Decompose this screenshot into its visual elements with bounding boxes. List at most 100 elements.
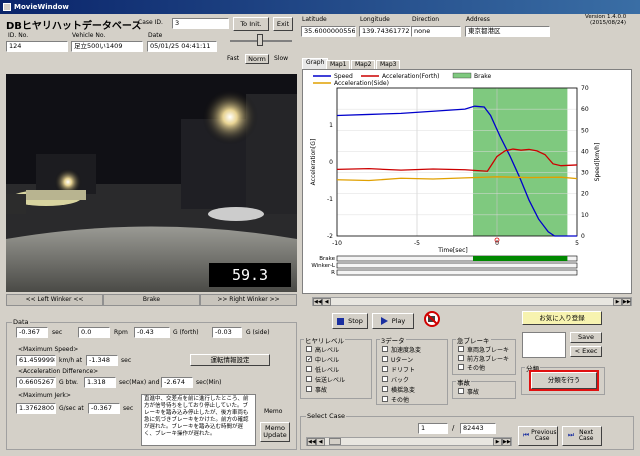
three-data-checkbox-2[interactable]: ドリフト [382, 365, 415, 374]
scroll-right-step-icon[interactable]: ▶ [613, 298, 622, 306]
g-side-field[interactable]: -0.03 [212, 327, 242, 338]
classify-button[interactable]: 分類を行う [529, 370, 599, 391]
window-titlebar: MovieWindow [0, 0, 640, 14]
three-data-checkbox-3[interactable]: バック [382, 375, 409, 384]
max-speed-unit: km/h at [59, 357, 83, 364]
dashcam-scene [6, 74, 297, 292]
checkbox-box[interactable] [306, 346, 312, 352]
y-right-tick-label: 10 [581, 212, 589, 219]
memo-textarea[interactable]: 直進中、交差点を前に進行したところ、前方が信号待ちをしており停止していた。ブレー… [141, 394, 256, 446]
scroll-right-icon[interactable]: ▶▶ [622, 298, 631, 306]
case-scroll-right-step-icon[interactable]: ▶ [493, 438, 502, 446]
checkbox-box[interactable]: ✓ [306, 356, 312, 363]
checkbox-box[interactable] [306, 366, 312, 372]
checkbox-box[interactable] [458, 355, 464, 361]
address-field[interactable]: 東京都港区 [465, 26, 550, 37]
checkbox-box[interactable] [458, 388, 464, 394]
checkbox-box[interactable] [382, 386, 388, 392]
accel-diff-field[interactable]: 0.6605267 [16, 377, 56, 388]
tab-map1[interactable]: Map1 [326, 60, 351, 69]
longitude-field[interactable]: 139.743617728 [359, 26, 411, 37]
app-title: DBヒヤリハットデータベース [6, 21, 142, 32]
date-field[interactable]: 05/01/25 04:41:11 [147, 41, 217, 52]
max-jerk-field[interactable]: 1.3762800 [16, 403, 56, 414]
case-number-field[interactable]: 1 [418, 423, 448, 434]
driving-info-settings-button[interactable]: 運転情報設定 [190, 354, 270, 366]
brake-checkbox-label: 前方急ブレーキ [467, 355, 510, 363]
jiko-checkbox-0[interactable]: 事故 [458, 387, 479, 396]
case-scroll-right-icon[interactable]: ▶▶ [502, 438, 511, 446]
speed-fast-label: Fast [227, 55, 240, 62]
time-field[interactable]: -0.367 [16, 327, 48, 338]
hiyari-checkbox-3[interactable]: 伝送レベル [306, 375, 345, 384]
hiyari-checkbox-2[interactable]: 低レベル [306, 365, 340, 374]
previous-case-button[interactable]: ⏮ Previous Case [518, 426, 558, 446]
hiyari-checkbox-4[interactable]: 事故 [306, 385, 327, 394]
scroll-left-step-icon[interactable]: ◀ [322, 298, 331, 306]
max-speed-field[interactable]: 61.4599998 [16, 355, 56, 366]
three-data-checkbox-1[interactable]: Uターン [382, 355, 413, 364]
stop-button[interactable]: Stop [332, 313, 368, 329]
checkbox-box[interactable] [382, 346, 388, 352]
latitude-field[interactable]: 35.6000000556 [301, 26, 356, 37]
save-button[interactable]: Save [570, 332, 602, 343]
hiyari-checkbox-0[interactable]: 高レベル [306, 345, 339, 354]
checkbox-box[interactable] [382, 356, 388, 362]
favorite-register-button[interactable]: お気に入り登録 [522, 311, 602, 325]
favorite-input[interactable] [522, 332, 566, 358]
case-scroll-thumb[interactable] [329, 438, 341, 445]
playback-speed-slider[interactable] [257, 34, 263, 46]
next-case-label: Next Case [578, 428, 594, 442]
case-scrollbar[interactable]: ◀◀ ◀ ▶ ▶▶ [306, 437, 512, 446]
rpm-field[interactable]: 0.0 [78, 327, 110, 338]
checkbox-box[interactable] [306, 386, 312, 392]
three-data-checkbox-0[interactable]: 加速度急変 [382, 345, 421, 354]
tab-graph[interactable]: Graph [302, 58, 329, 69]
checkbox-box[interactable] [458, 364, 464, 370]
play-button[interactable]: Play [372, 313, 414, 329]
hiyari-checkbox-1[interactable]: ✓ 中レベル [306, 355, 339, 364]
no-recording-icon[interactable] [423, 310, 441, 328]
exit-button[interactable]: Exit [273, 17, 293, 31]
tab-map2[interactable]: Map2 [351, 60, 376, 69]
time-unit: sec [52, 329, 63, 336]
max-speed-time-field[interactable]: -1.348 [86, 355, 118, 366]
brake-checkbox-1[interactable]: 前方急ブレーキ [458, 354, 510, 363]
right-winker-indicator: >> Right Winker >> [200, 294, 297, 306]
id-no-field[interactable]: 124 [6, 41, 68, 52]
graph-scrollbar[interactable]: ◀◀ ◀ ▶ ▶▶ [312, 297, 632, 306]
brake-checkbox-0[interactable]: 車両急ブレーキ [458, 345, 509, 354]
brake-checkbox-label: その他 [467, 364, 486, 372]
time-series-chart[interactable]: -10 -5 0 5-2-101010203040506070Time[sec]Acc… [303, 70, 633, 295]
video-frame[interactable]: 59.3 [6, 74, 297, 292]
case-scroll-left-icon[interactable]: ◀◀ [307, 438, 316, 446]
three-data-label: 3データ [380, 335, 406, 345]
y-right-tick-label: 0 [581, 233, 585, 240]
next-case-button[interactable]: ⏭ Next Case [562, 426, 602, 446]
accel-diff-t2-field[interactable]: -2.674 [161, 377, 193, 388]
max-jerk-time-field[interactable]: -0.367 [88, 403, 120, 414]
data-group-label: Data [12, 318, 30, 326]
to-init-button[interactable]: To Init. [233, 17, 269, 31]
scroll-left-icon[interactable]: ◀◀ [313, 298, 322, 306]
checkbox-box[interactable] [458, 346, 464, 352]
app-icon [3, 3, 11, 11]
g-forth-field[interactable]: -0.43 [134, 327, 170, 338]
checkbox-box[interactable] [382, 396, 388, 402]
three-data-checkbox-5[interactable]: その他 [382, 395, 409, 404]
speed-norm-button[interactable]: Norm [245, 54, 269, 64]
memo-update-button[interactable]: Memo Update [260, 422, 290, 442]
case-scroll-left-step-icon[interactable]: ◀ [316, 438, 325, 446]
exec-button[interactable]: < Exec [570, 346, 602, 357]
three-data-checkbox-4[interactable]: 横揺急変 [382, 385, 415, 394]
accel-diff-t1-field[interactable]: 1.318 [84, 377, 116, 388]
vehicle-no-field[interactable]: 足立500い1409 [71, 41, 143, 52]
case-id-field[interactable]: 3 [172, 18, 229, 29]
checkbox-box[interactable] [382, 376, 388, 382]
checkbox-box[interactable] [382, 366, 388, 372]
direction-field[interactable]: none [411, 26, 461, 37]
hiyari-checkbox-label: 低レベル [315, 366, 340, 374]
tab-map3[interactable]: Map3 [376, 60, 401, 69]
brake-checkbox-2[interactable]: その他 [458, 363, 486, 372]
checkbox-box[interactable] [306, 376, 312, 382]
